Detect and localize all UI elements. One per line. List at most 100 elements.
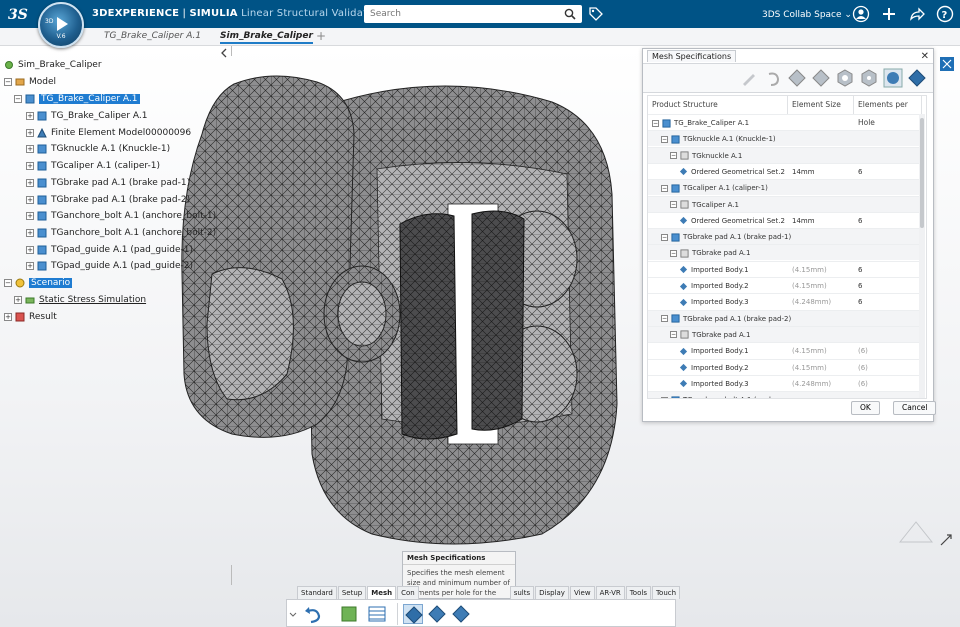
undo-icon[interactable] <box>763 68 783 88</box>
element-size-cell[interactable]: (4.15mm) <box>792 278 827 294</box>
mesh-body-icon[interactable] <box>811 68 831 88</box>
mesh-part-icon[interactable] <box>339 604 359 624</box>
element-size-cell[interactable]: 14mm <box>792 213 815 229</box>
mesh-refine-icon[interactable] <box>427 604 447 624</box>
cancel-button[interactable]: Cancel <box>893 401 937 415</box>
add-tab-icon[interactable]: + <box>316 29 326 43</box>
scroll-thumb[interactable] <box>920 118 924 228</box>
table-row[interactable]: Imported Body.2 (4.15mm) 6 <box>648 277 920 293</box>
mesh-local-icon[interactable] <box>451 604 471 624</box>
tree-product[interactable]: − TG_Brake_Caliper A.1 <box>14 92 140 106</box>
element-size-cell[interactable]: (4.248mm) <box>792 294 831 310</box>
section-tab[interactable]: Touch <box>651 586 681 599</box>
elements-per-hole-cell[interactable]: 6 <box>858 213 862 229</box>
element-size-cell[interactable]: (4.15mm) <box>792 262 827 278</box>
tree-child[interactable]: + TGanchore_bolt A.1 (anchore_bolt-2) <box>26 226 216 240</box>
ok-button[interactable]: OK <box>851 401 880 415</box>
orientation-compass-icon[interactable] <box>898 520 934 544</box>
elements-per-hole-cell[interactable]: (6) <box>858 376 868 392</box>
section-tab[interactable]: sults <box>509 586 535 599</box>
tree-child[interactable]: + TGpad_guide A.1 (pad_guide-2) <box>26 259 193 273</box>
mesh-globe-icon[interactable] <box>883 68 903 88</box>
expand-icon[interactable] <box>938 532 954 548</box>
tree-root[interactable]: Sim_Brake_Caliper <box>4 58 102 72</box>
elements-per-hole-cell[interactable]: 6 <box>858 262 862 278</box>
tab-simulation[interactable]: Sim_Brake_Caliper <box>220 31 313 44</box>
elements-per-hole-cell[interactable]: (6) <box>858 360 868 376</box>
table-row[interactable]: − TGbrake pad A.1 (brake pad-1) <box>648 228 920 245</box>
hole-settings-icon[interactable] <box>859 68 879 88</box>
section-tab[interactable]: AR-VR <box>595 586 625 599</box>
tree-child[interactable]: + TGpad_guide A.1 (pad_guide-1) <box>26 243 193 257</box>
search-icon[interactable] <box>564 8 576 20</box>
brake-caliper-mesh[interactable] <box>172 74 642 554</box>
tree-child[interactable]: + TGbrake pad A.1 (brake pad-1) <box>26 176 190 190</box>
table-row[interactable]: Ordered Geometrical Set.2 14mm 6 <box>648 162 920 180</box>
section-tab[interactable]: Display <box>535 586 569 599</box>
section-tab[interactable]: View <box>569 586 595 599</box>
collapse-icon[interactable]: − <box>670 201 677 208</box>
expand-icon[interactable]: + <box>26 145 34 154</box>
table-scrollbar[interactable] <box>919 114 925 398</box>
tree-child[interactable]: + TGknuckle A.1 (Knuckle-1) <box>26 142 170 156</box>
tree-model[interactable]: − Model <box>4 75 56 89</box>
expand-icon[interactable]: + <box>26 245 34 254</box>
elements-per-hole-cell[interactable]: 6 <box>858 164 862 180</box>
section-tab[interactable]: Con <box>397 586 419 599</box>
tag-icon[interactable] <box>588 6 604 22</box>
edit-icon[interactable] <box>739 68 759 88</box>
table-row[interactable]: Ordered Geometrical Set.2 14mm 6 <box>648 211 920 229</box>
section-tab[interactable]: Mesh <box>367 586 397 599</box>
close-icon[interactable]: ✕ <box>921 51 929 62</box>
elements-per-hole-cell[interactable]: (6) <box>858 343 868 359</box>
collapse-icon[interactable]: − <box>661 315 668 323</box>
collapse-icon[interactable]: − <box>661 233 668 241</box>
expand-icon[interactable]: + <box>26 128 34 137</box>
undo-icon[interactable] <box>303 604 323 624</box>
expand-icon[interactable]: + <box>26 262 34 271</box>
expand-icon[interactable]: + <box>26 162 34 171</box>
expand-icon[interactable]: + <box>26 178 34 187</box>
elements-per-hole-cell[interactable]: 6 <box>858 278 862 294</box>
table-row[interactable]: − TGcaliper A.1 (caliper-1) <box>648 179 920 196</box>
element-size-cell[interactable]: (4.15mm) <box>792 360 827 376</box>
expand-icon[interactable]: + <box>26 112 34 120</box>
share-icon[interactable] <box>908 5 926 23</box>
collapse-icon[interactable]: − <box>4 279 12 287</box>
search-input[interactable] <box>364 5 554 23</box>
element-size-cell[interactable]: (4.248mm) <box>792 376 831 392</box>
table-row[interactable]: − TGbrake pad A.1 (brake pad-2) <box>648 309 920 326</box>
collapse-icon[interactable]: − <box>4 78 12 86</box>
collapse-icon[interactable]: − <box>661 184 668 192</box>
expand-icon[interactable]: + <box>4 313 12 321</box>
tree-child[interactable]: + TGcaliper A.1 (caliper-1) <box>26 159 160 173</box>
section-tab[interactable]: Standard <box>297 586 337 599</box>
tab-product[interactable]: TG_Brake_Caliper A.1 <box>104 31 201 41</box>
collapse-icon[interactable]: − <box>652 119 659 127</box>
minimize-panel-icon[interactable] <box>940 57 954 71</box>
hole-icon[interactable] <box>835 68 855 88</box>
help-icon[interactable]: ? <box>936 5 954 23</box>
tree-child[interactable]: + Finite Element Model00000096 <box>26 126 191 140</box>
collapse-icon[interactable]: − <box>14 95 22 103</box>
table-row[interactable]: Imported Body.1 (4.15mm) 6 <box>648 260 920 278</box>
elements-per-hole-cell[interactable]: 6 <box>858 294 862 310</box>
table-row[interactable]: − TGcaliper A.1 <box>648 195 920 212</box>
add-icon[interactable] <box>880 5 898 23</box>
collapse-icon[interactable]: − <box>670 152 677 160</box>
search-box[interactable] <box>364 5 582 23</box>
table-row[interactable]: Imported Body.3 (4.248mm) 6 <box>648 293 920 309</box>
mesh-part-icon[interactable] <box>787 68 807 88</box>
table-row[interactable]: Imported Body.2 (4.15mm) (6) <box>648 358 920 376</box>
expand-icon[interactable]: + <box>26 195 34 204</box>
mesh-spec-active-icon[interactable] <box>907 68 927 88</box>
table-row[interactable]: − TGknuckle A.1 (Knuckle-1) <box>648 130 920 147</box>
collab-space-selector[interactable]: 3DS Collab Space ⌄ <box>762 10 852 20</box>
table-row[interactable]: − TGbrake pad A.1 <box>648 325 920 342</box>
collapse-icon[interactable]: − <box>661 396 668 398</box>
mesh-specifications-icon[interactable] <box>403 604 423 624</box>
tree-child[interactable]: + TGanchore_bolt A.1 (anchore_bolt-1) <box>26 209 216 223</box>
table-row[interactable]: −TGanchore_bolt A.1 (anchore... <box>648 391 920 398</box>
collapse-tree-icon[interactable] <box>218 48 230 58</box>
collapse-icon[interactable]: − <box>670 331 677 339</box>
